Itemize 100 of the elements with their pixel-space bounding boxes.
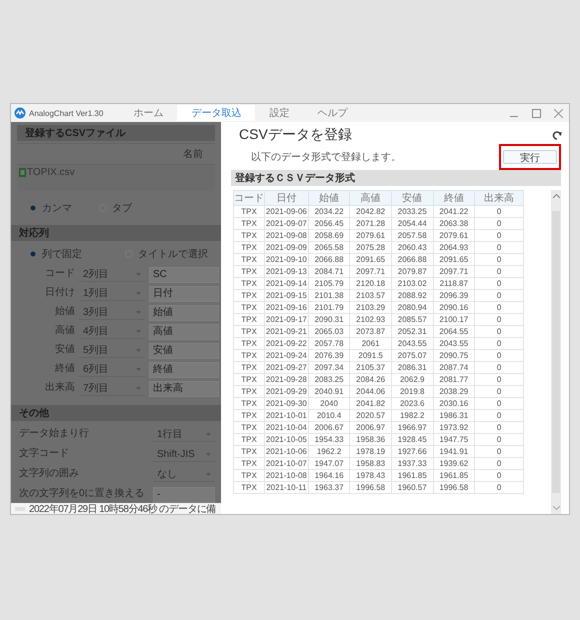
table-cell: 2021-09-29 <box>264 386 308 398</box>
table-cell: 2038.29 <box>433 386 475 398</box>
table-cell: 2079.87 <box>391 266 433 278</box>
table-cell: 0 <box>474 254 524 266</box>
table-cell: 0 <box>474 386 524 398</box>
table-cell: 2021-09-08 <box>264 230 308 242</box>
table-cell: 0 <box>474 326 524 338</box>
column-dropdown[interactable]: 7列目 <box>79 381 145 396</box>
table-cell: 2084.26 <box>350 374 392 386</box>
radio-label: カンマ <box>42 202 72 215</box>
maximize-icon <box>532 108 540 118</box>
table-cell: 1986.31 <box>433 410 475 422</box>
table-cell: TPX <box>234 242 264 254</box>
table-cell: 2097.71 <box>350 266 392 278</box>
table-cell: 2100.17 <box>433 314 475 326</box>
table-cell: 0 <box>474 206 524 218</box>
table-cell: 1958.36 <box>350 434 392 446</box>
table-cell: TPX <box>234 218 264 230</box>
file-name[interactable]: TOPIX.csv <box>27 167 75 178</box>
setting-dropdown[interactable]: なし <box>153 467 215 482</box>
table-cell: 2041.22 <box>433 206 475 218</box>
title-field[interactable]: 出来高 <box>149 381 219 397</box>
table-cell: TPX <box>234 482 264 494</box>
section-header: 対応列 <box>11 225 221 241</box>
table-cell: 2060.43 <box>391 242 433 254</box>
page-title: CSVデータを登録 <box>239 126 352 144</box>
table-cell: 0 <box>474 362 524 374</box>
column-dropdown[interactable]: 5列目 <box>79 343 145 358</box>
column-header: 名前 <box>183 148 203 161</box>
table-cell: 2030.16 <box>433 398 475 410</box>
table-cell: 2085.57 <box>391 314 433 326</box>
table-cell: 1982.2 <box>391 410 433 422</box>
table-cell: 2040 <box>308 398 350 410</box>
table-cell: 2096.39 <box>433 290 475 302</box>
table-cell: 0 <box>474 482 524 494</box>
scrollbar[interactable] <box>551 190 561 514</box>
table-cell: 1947.75 <box>433 434 475 446</box>
table-cell: 1962.2 <box>308 446 350 458</box>
radio-button[interactable] <box>30 206 36 210</box>
run-button[interactable]: 実行 <box>503 150 557 164</box>
title-field[interactable]: 日付 <box>149 286 219 302</box>
setting-label: 次の文字列を0に置き換える <box>19 487 146 501</box>
table-cell: 2071.28 <box>350 218 392 230</box>
scroll-down-icon[interactable] <box>552 505 560 510</box>
column-header: 安値 <box>391 190 433 206</box>
table-cell: 2052.31 <box>391 326 433 338</box>
table-cell: 2081.77 <box>433 374 475 386</box>
radio-button[interactable] <box>30 252 36 256</box>
field-label: 始値 <box>54 305 75 319</box>
table-cell: 1939.62 <box>433 458 475 470</box>
table-cell: 2021-09-22 <box>264 338 308 350</box>
table-cell: 0 <box>474 242 524 254</box>
scroll-thumb[interactable] <box>552 211 560 493</box>
title-field[interactable]: 終値 <box>149 362 219 378</box>
table-cell: 2010.4 <box>308 410 350 422</box>
close-icon <box>554 108 562 118</box>
refresh-icon[interactable] <box>552 130 563 141</box>
table-cell: 2066.88 <box>391 254 433 266</box>
table-cell: 1966.97 <box>391 422 433 434</box>
table-cell: 2021-10-04 <box>264 422 308 434</box>
table-cell: 2019.8 <box>391 386 433 398</box>
column-dropdown[interactable]: 4列目 <box>79 324 145 339</box>
table-cell: 0 <box>474 290 524 302</box>
menu-tab[interactable]: ヘルプ <box>303 105 362 121</box>
table-cell: 2021-09-07 <box>264 218 308 230</box>
column-dropdown[interactable]: 3列目 <box>79 305 145 320</box>
setting-dropdown[interactable]: Shift-JIS <box>153 447 215 462</box>
title-field[interactable]: 始値 <box>149 305 219 321</box>
input-field[interactable]: - <box>153 487 215 503</box>
table-cell: 2021-09-24 <box>264 350 308 362</box>
menu-tab[interactable]: ホーム <box>119 105 178 121</box>
table-cell: 0 <box>474 302 524 314</box>
title-field[interactable]: 高値 <box>149 324 219 340</box>
table-cell: TPX <box>234 278 264 290</box>
column-dropdown[interactable]: 1列目 <box>79 286 145 301</box>
table-cell: 2102.93 <box>350 314 392 326</box>
table-cell: TPX <box>234 266 264 278</box>
table-cell: 2021-10-01 <box>264 410 308 422</box>
table-cell: 2021-09-21 <box>264 326 308 338</box>
menu-tab[interactable]: データ取込 <box>177 105 256 121</box>
column-dropdown[interactable]: 2列目 <box>79 267 145 282</box>
table-cell: 1960.57 <box>391 482 433 494</box>
table-cell: 2103.57 <box>350 290 392 302</box>
menu-tab[interactable]: 設定 <box>255 105 304 121</box>
setting-dropdown[interactable]: 1行目 <box>153 427 215 442</box>
table-cell: 2062.9 <box>391 374 433 386</box>
table-cell: 2080.94 <box>391 302 433 314</box>
table-cell: 2105.37 <box>350 362 392 374</box>
scroll-up-icon[interactable] <box>552 194 560 199</box>
table-cell: 2006.97 <box>350 422 392 434</box>
radio-label: タイトルで選択 <box>138 248 208 261</box>
table-cell: 1996.58 <box>350 482 392 494</box>
table-cell: 2021-09-15 <box>264 290 308 302</box>
title-field[interactable]: SC <box>149 267 219 283</box>
table-cell: 2073.87 <box>350 326 392 338</box>
table-cell: 1961.85 <box>433 470 475 482</box>
radio-label: タブ <box>112 202 132 215</box>
column-dropdown[interactable]: 6列目 <box>79 362 145 377</box>
table-cell: 2088.92 <box>391 290 433 302</box>
title-field[interactable]: 安値 <box>149 343 219 359</box>
